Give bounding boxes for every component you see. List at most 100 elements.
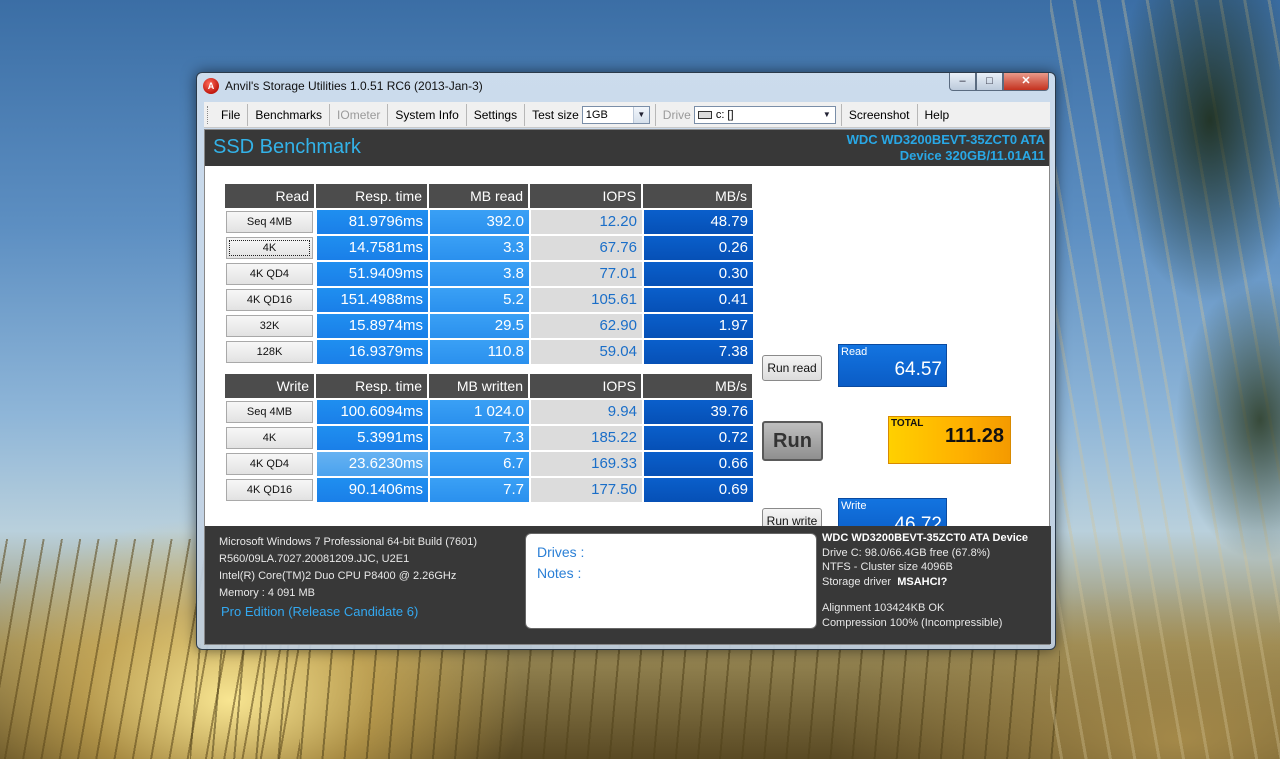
header-band: SSD Benchmark WDC WD3200BEVT-35ZCT0 ATA … <box>205 130 1049 166</box>
read-resp-time: 51.9409ms <box>317 262 428 286</box>
test-size-value: 1GB <box>585 108 608 121</box>
test-size-label: Test size <box>532 107 579 122</box>
run-4k-qd16-read-button[interactable]: 4K QD16 <box>226 289 313 311</box>
write-score-label: Write <box>841 500 867 512</box>
read-mbs: 0.26 <box>644 236 753 260</box>
write-row-4k-qd4: 4K QD4 23.6230ms 6.7 169.33 0.66 <box>225 452 755 476</box>
bios-info: R560/09LA.7027.20081209.JJC, U2E1 <box>219 553 410 565</box>
window-controls: – □ ✕ <box>949 73 1049 92</box>
minimize-button[interactable]: – <box>949 73 976 91</box>
read-header-mb-read: MB read <box>429 184 528 208</box>
read-mb: 3.8 <box>430 262 529 286</box>
maximize-button[interactable]: □ <box>976 73 1003 91</box>
write-row-4k: 4K 5.3991ms 7.3 185.22 0.72 <box>225 426 755 450</box>
write-header-mbs: MB/s <box>643 374 752 398</box>
system-info-footer: Microsoft Windows 7 Professional 64-bit … <box>205 526 1051 644</box>
anvil-app-icon[interactable]: A <box>203 78 219 94</box>
read-header-iops: IOPS <box>530 184 641 208</box>
menu-screenshot[interactable]: Screenshot <box>840 103 918 126</box>
wallpaper-grass-bottom <box>190 644 1060 759</box>
read-mbs: 0.41 <box>644 288 753 312</box>
read-score-label: Read <box>841 346 868 358</box>
total-score: TOTAL 111.28 <box>888 416 1011 464</box>
write-resp-time: 23.6230ms <box>317 452 428 476</box>
write-mbs: 0.66 <box>644 452 753 476</box>
read-resp-time: 81.9796ms <box>317 210 428 234</box>
drive-value: c: [] <box>715 108 734 121</box>
read-iops: 12.20 <box>531 210 642 234</box>
read-mb: 5.2 <box>430 288 529 312</box>
toolbar-grip[interactable] <box>207 105 211 124</box>
run-4k-qd4-write-button[interactable]: 4K QD4 <box>226 453 313 475</box>
menu-iometer[interactable]: IOmeter <box>330 103 389 126</box>
write-header-resp-time: Resp. time <box>316 374 427 398</box>
run-4k-qd4-read-button[interactable]: 4K QD4 <box>226 263 313 285</box>
notes-box[interactable]: Drives : Notes : <box>525 533 817 629</box>
run-read-button[interactable]: Run read <box>762 355 822 381</box>
read-mbs: 0.30 <box>644 262 753 286</box>
read-mbs: 7.38 <box>644 340 753 364</box>
write-row-seq4mb: Seq 4MB 100.6094ms 1 024.0 9.94 39.76 <box>225 400 755 424</box>
read-iops: 105.61 <box>531 288 642 312</box>
menu-system-info[interactable]: System Info <box>388 103 467 126</box>
run-4k-write-button[interactable]: 4K <box>226 427 313 449</box>
compression-info: Compression 100% (Incompressible) <box>822 616 1003 629</box>
write-header-write: Write <box>225 374 314 398</box>
write-mb: 6.7 <box>430 452 529 476</box>
write-mbs: 0.69 <box>644 478 753 502</box>
benchmark-panel: SSD Benchmark WDC WD3200BEVT-35ZCT0 ATA … <box>204 129 1051 645</box>
read-resp-time: 151.4988ms <box>317 288 428 312</box>
read-row-4k-qd16: 4K QD16 151.4988ms 5.2 105.61 0.41 <box>225 288 755 312</box>
run-4k-read-button[interactable]: 4K <box>226 237 313 259</box>
read-resp-time: 16.9379ms <box>317 340 428 364</box>
total-score-value: 111.28 <box>945 425 1004 447</box>
run-seq-4mb-write-button[interactable]: Seq 4MB <box>226 401 313 423</box>
write-mb: 7.7 <box>430 478 529 502</box>
write-mbs: 39.76 <box>644 400 753 424</box>
storage-driver-info: Storage driver MSAHCI? <box>822 575 1028 590</box>
read-table: Read Resp. time MB read IOPS MB/s Seq 4M… <box>225 184 755 366</box>
edition-label: Pro Edition (Release Candidate 6) <box>221 604 419 619</box>
run-button[interactable]: Run <box>762 421 823 461</box>
notes-drives-label: Drives : <box>537 544 585 560</box>
menu-file[interactable]: File <box>214 103 249 126</box>
write-header-iops: IOPS <box>530 374 641 398</box>
chevron-down-icon[interactable]: ▼ <box>632 106 649 123</box>
read-iops: 67.76 <box>531 236 642 260</box>
run-32k-read-button[interactable]: 32K <box>226 315 313 337</box>
write-resp-time: 100.6094ms <box>317 400 428 424</box>
close-button[interactable]: ✕ <box>1003 73 1049 91</box>
device-name: WDC WD3200BEVT-35ZCT0 ATA <box>846 132 1045 147</box>
chevron-down-icon[interactable]: ▼ <box>818 106 835 123</box>
run-seq-4mb-read-button[interactable]: Seq 4MB <box>226 211 313 233</box>
drive-c-info: Drive C: 98.0/66.4GB free (67.8%) <box>822 546 991 559</box>
title-bar[interactable]: A Anvil's Storage Utilities 1.0.51 RC6 (… <box>197 73 1055 99</box>
test-size-select[interactable]: 1GB ▼ <box>581 105 650 124</box>
write-header-row: Write Resp. time MB written IOPS MB/s <box>225 374 755 398</box>
notes-notes-label: Notes : <box>537 565 582 581</box>
read-iops: 77.01 <box>531 262 642 286</box>
menu-help[interactable]: Help <box>918 104 957 126</box>
write-resp-time: 5.3991ms <box>317 426 428 450</box>
read-iops: 59.04 <box>531 340 642 364</box>
write-resp-time: 90.1406ms <box>317 478 428 502</box>
memory-info: Memory : 4 091 MB <box>219 587 315 599</box>
page-title: SSD Benchmark <box>213 136 361 158</box>
app-window: A Anvil's Storage Utilities 1.0.51 RC6 (… <box>196 72 1056 650</box>
run-4k-qd16-write-button[interactable]: 4K QD16 <box>226 479 313 501</box>
os-info: Microsoft Windows 7 Professional 64-bit … <box>219 536 478 548</box>
run-128k-read-button[interactable]: 128K <box>226 341 313 363</box>
read-row-4k: 4K 14.7581ms 3.3 67.76 0.26 <box>225 236 755 260</box>
storage-driver-value: MSAHCI? <box>897 575 948 588</box>
menu-settings[interactable]: Settings <box>467 103 526 126</box>
read-row-32k: 32K 15.8974ms 29.5 62.90 1.97 <box>225 314 755 338</box>
read-mb: 110.8 <box>430 340 529 364</box>
drive-select[interactable]: c: [] ▼ <box>693 105 836 124</box>
menu-benchmarks[interactable]: Benchmarks <box>248 103 331 126</box>
read-score-value: 64.57 <box>894 359 942 380</box>
read-header-mbs: MB/s <box>643 184 752 208</box>
device-info-title: WDC WD3200BEVT-35ZCT0 ATA Device <box>822 532 1028 544</box>
write-iops: 177.50 <box>531 478 642 502</box>
write-table: Write Resp. time MB written IOPS MB/s Se… <box>225 374 755 504</box>
